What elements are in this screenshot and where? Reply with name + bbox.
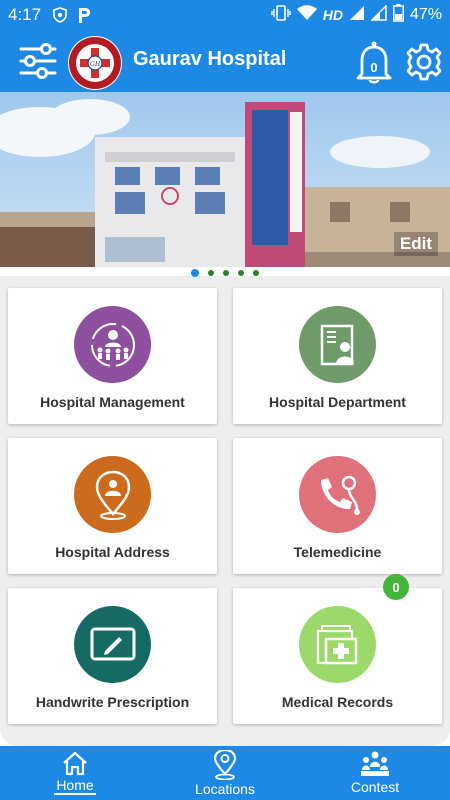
doctor-profile-icon [299, 306, 376, 383]
nav-contest[interactable]: Contest [315, 746, 435, 800]
app-title: Gaurav Hospital [133, 48, 287, 70]
notification-count: 0 [370, 60, 378, 75]
carousel-dot-3[interactable] [223, 270, 229, 276]
wifi-icon [296, 4, 317, 26]
status-time: 4:17 [8, 5, 42, 24]
phone-stethoscope-icon [299, 456, 376, 533]
sliders-icon [19, 43, 57, 79]
app-bar: GH Gaurav Hospital 0 [0, 30, 450, 92]
battery-icon [393, 3, 404, 27]
hospital-logo: GH [68, 36, 122, 90]
contest-icon [361, 751, 389, 776]
carousel-dot-5[interactable] [253, 270, 259, 276]
nav-contest-label: Contest [350, 779, 400, 795]
nav-locations-label: Locations [195, 781, 255, 797]
battery-percent: 47% [409, 6, 442, 23]
records-folder-icon [299, 606, 376, 683]
card-handwrite-prescription[interactable]: Handwrite Prescription [8, 588, 217, 724]
signal-2-icon [370, 3, 387, 26]
location-icon [213, 750, 237, 780]
nav-home[interactable]: Home [15, 746, 135, 800]
card-hospital-address[interactable]: Hospital Address [8, 438, 217, 574]
card-label: Hospital Management [40, 394, 185, 410]
card-label: Hospital Address [55, 544, 170, 560]
app-notification-icon [75, 6, 93, 24]
carousel-indicator [0, 268, 450, 278]
card-label: Medical Records [281, 694, 394, 710]
card-label: Handwrite Prescription [35, 694, 190, 710]
gear-icon [406, 43, 442, 81]
bottom-navigation: Home Locations Contest [0, 746, 450, 800]
card-label: Hospital Department [269, 394, 406, 410]
location-pin-icon [74, 456, 151, 533]
carousel-dot-2[interactable] [208, 270, 214, 276]
home-icon [63, 751, 87, 776]
edit-banner-button[interactable]: Edit [393, 232, 438, 256]
signal-icon [349, 5, 365, 26]
status-bar: 4:17 HD 47% [0, 0, 450, 30]
notifications-button[interactable]: 0 [354, 40, 394, 84]
carousel-dot-1[interactable] [191, 269, 199, 277]
card-hospital-department[interactable]: Hospital Department [233, 288, 442, 424]
card-hospital-management[interactable]: Hospital Management [8, 288, 217, 424]
network-type: HD [322, 7, 343, 23]
hospital-banner-image[interactable]: Edit [0, 92, 450, 267]
card-label: Telemedicine [293, 544, 382, 560]
records-badge: 0 [383, 574, 409, 600]
card-telemedicine[interactable]: Telemedicine [233, 438, 442, 574]
card-medical-records[interactable]: 0 Medical Records [233, 574, 442, 724]
nav-locations[interactable]: Locations [165, 746, 285, 800]
vpn-shield-icon [51, 6, 69, 24]
svg-text:GH: GH [90, 60, 101, 68]
status-indicators: HD 47% [271, 3, 442, 27]
filter-menu-button[interactable] [18, 42, 58, 80]
settings-button[interactable] [404, 42, 444, 82]
carousel-dot-4[interactable] [238, 270, 244, 276]
vibrate-icon [271, 4, 291, 26]
nav-home-label: Home [54, 777, 96, 795]
management-icon [74, 306, 151, 383]
hospital-building-image [0, 99, 450, 267]
tablet-pen-icon [74, 606, 151, 683]
